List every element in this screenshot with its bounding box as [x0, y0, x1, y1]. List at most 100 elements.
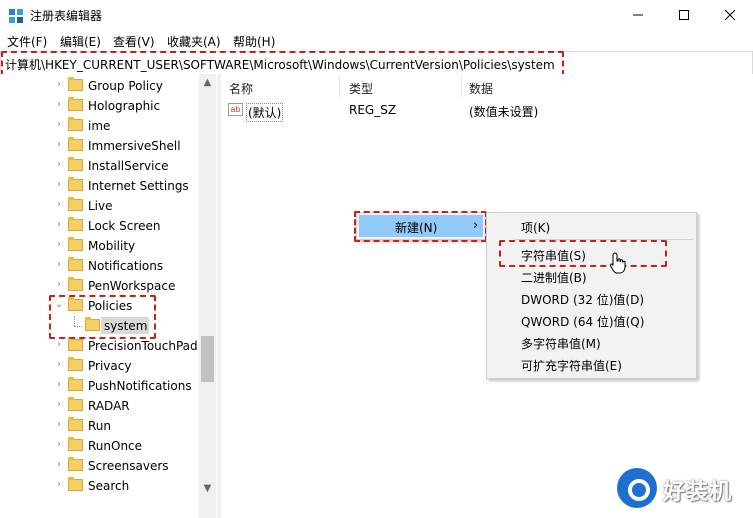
menu-item-binary-value[interactable]: 二进制值(B) — [489, 265, 694, 287]
tree-scrollbar[interactable]: ▲ ▼ — [199, 74, 216, 518]
folder-icon — [68, 277, 83, 291]
tree-item-search[interactable]: › Search — [0, 476, 200, 496]
chevron-right-icon[interactable]: › — [54, 379, 64, 391]
folder-icon — [68, 77, 83, 91]
chevron-right-icon[interactable]: › — [54, 399, 64, 411]
menu-help[interactable]: 帮助(H) — [233, 33, 275, 50]
menu-item-multi-string-value[interactable]: 多字符串值(M) — [489, 331, 694, 353]
folder-icon — [68, 377, 83, 391]
tree-item-label: Privacy — [88, 359, 132, 373]
menu-view[interactable]: 查看(V) — [113, 33, 155, 50]
menu-item-dword-value[interactable]: DWORD (32 位)值(D) — [489, 287, 694, 309]
column-header-type[interactable]: 类型 — [349, 80, 373, 97]
column-separator[interactable] — [461, 76, 462, 98]
tree-item-internet-settings[interactable]: › Internet Settings — [0, 176, 200, 196]
chevron-right-icon[interactable]: › — [54, 359, 64, 371]
folder-icon — [68, 137, 83, 151]
menu-item-string-value[interactable]: 字符串值(S) — [489, 243, 694, 265]
value-data: (数值未设置) — [469, 105, 539, 119]
menu-bar: 文件(F) 编辑(E) 查看(V) 收藏夹(A) 帮助(H) — [0, 30, 753, 51]
menu-item-label: QWORD (64 位)值(Q) — [521, 315, 645, 329]
tree-item-holographic[interactable]: › Holographic — [0, 96, 200, 116]
menu-item-label: 字符串值(S) — [521, 249, 586, 263]
tree-item-label: PenWorkspace — [88, 279, 176, 293]
tree-item-notifications[interactable]: › Notifications — [0, 256, 200, 276]
tree-item-label: Run — [88, 419, 112, 433]
chevron-right-icon[interactable]: › — [54, 339, 64, 351]
tree-item-system[interactable]: system — [0, 316, 200, 336]
chevron-right-icon[interactable]: › — [54, 79, 64, 91]
tree-item-radar[interactable]: › RADAR — [0, 396, 200, 416]
menu-item-key[interactable]: 项(K) — [489, 215, 694, 237]
folder-icon — [68, 437, 83, 451]
folder-icon — [68, 117, 83, 131]
tree-item-ime[interactable]: › ime — [0, 116, 200, 136]
chevron-right-icon[interactable]: › — [54, 439, 64, 451]
column-header-data[interactable]: 数据 — [469, 80, 493, 97]
folder-open-icon — [68, 297, 83, 311]
folder-icon — [68, 217, 83, 231]
menu-item-label: 二进制值(B) — [521, 271, 587, 285]
minimize-button[interactable] — [615, 0, 661, 30]
tree-item-label: RunOnce — [88, 439, 143, 453]
maximize-button[interactable] — [661, 0, 707, 30]
tree-item-live[interactable]: › Live — [0, 196, 200, 216]
chevron-right-icon[interactable]: › — [54, 159, 64, 171]
scroll-up-icon[interactable]: ▲ — [199, 76, 216, 90]
folder-icon — [68, 357, 83, 371]
chevron-right-icon[interactable]: › — [54, 479, 64, 491]
folder-icon — [68, 397, 83, 411]
chevron-down-icon[interactable]: ⌄ — [54, 299, 64, 311]
menu-file[interactable]: 文件(F) — [7, 33, 47, 50]
tree-connector-line — [74, 316, 76, 326]
address-bar[interactable]: 计算机\HKEY_CURRENT_USER\SOFTWARE\Microsoft… — [0, 51, 753, 75]
regedit-app-icon — [9, 9, 23, 23]
tree-item-label: Policies — [88, 299, 133, 313]
tree-item-run[interactable]: › Run — [0, 416, 200, 436]
tree-item-installservice[interactable]: › InstallService — [0, 156, 200, 176]
folder-icon — [68, 457, 83, 471]
column-header-name[interactable]: 名称 — [229, 80, 253, 97]
tree-item-precisiontouchpad[interactable]: › PrecisionTouchPad — [0, 336, 200, 356]
tree-item-group-policy[interactable]: › Group Policy — [0, 76, 200, 96]
scroll-down-icon[interactable]: ▼ — [199, 482, 216, 496]
tree-item-mobility[interactable]: › Mobility — [0, 236, 200, 256]
chevron-right-icon[interactable]: › — [54, 119, 64, 131]
tree-connector-line — [74, 326, 82, 328]
tree-item-label: Mobility — [88, 239, 136, 253]
column-separator[interactable] — [339, 76, 340, 98]
menu-item-expandable-string-value[interactable]: 可扩充字符串值(E) — [489, 353, 694, 375]
tree-item-penworkspace[interactable]: › PenWorkspace — [0, 276, 200, 296]
menu-favorites[interactable]: 收藏夹(A) — [167, 33, 221, 50]
chevron-right-icon[interactable]: › — [54, 199, 64, 211]
watermark-logo-icon — [617, 468, 657, 508]
scrollbar-thumb[interactable] — [201, 336, 214, 382]
folder-icon — [68, 177, 83, 191]
string-value-icon: ab — [228, 103, 243, 116]
chevron-right-icon[interactable]: › — [54, 139, 64, 151]
chevron-right-icon[interactable]: › — [54, 259, 64, 271]
tree-item-label: ImmersiveShell — [88, 139, 181, 153]
chevron-right-icon[interactable]: › — [54, 279, 64, 291]
menu-edit[interactable]: 编辑(E) — [60, 33, 101, 50]
tree-item-immersiveshell[interactable]: › ImmersiveShell — [0, 136, 200, 156]
chevron-right-icon[interactable]: › — [54, 419, 64, 431]
tree-item-pushnotifications[interactable]: › PushNotifications — [0, 376, 200, 396]
chevron-right-icon[interactable]: › — [54, 239, 64, 251]
close-button[interactable] — [707, 0, 753, 30]
chevron-right-icon[interactable]: › — [54, 459, 64, 471]
tree-item-policies[interactable]: ⌄ Policies — [0, 296, 200, 316]
tree-item-privacy[interactable]: › Privacy — [0, 356, 200, 376]
tree-item-lock-screen[interactable]: › Lock Screen — [0, 216, 200, 236]
chevron-right-icon[interactable]: › — [54, 179, 64, 191]
chevron-right-icon: › — [473, 218, 479, 233]
hand-cursor-icon — [609, 252, 626, 274]
menu-item-qword-value[interactable]: QWORD (64 位)值(Q) — [489, 309, 694, 331]
tree-item-runonce[interactable]: › RunOnce — [0, 436, 200, 456]
chevron-right-icon[interactable]: › — [54, 99, 64, 111]
chevron-right-icon[interactable]: › — [54, 219, 64, 231]
folder-icon — [68, 157, 83, 171]
tree-item-screensavers[interactable]: › Screensavers — [0, 456, 200, 476]
menu-item-new[interactable]: 新建(N) › — [359, 215, 483, 237]
title-bar: 注册表编辑器 — [0, 0, 753, 30]
